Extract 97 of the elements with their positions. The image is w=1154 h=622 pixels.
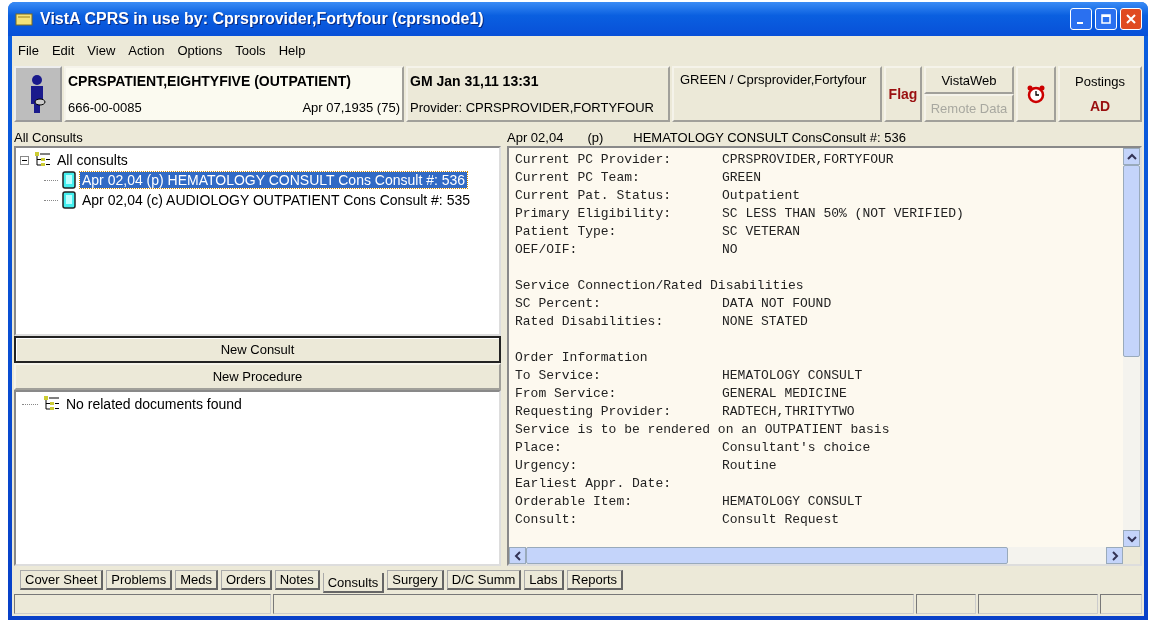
report-value: GENERAL MEDICINE bbox=[722, 385, 847, 403]
report-value: GREEN bbox=[722, 169, 761, 187]
tab[interactable]: Surgery bbox=[387, 570, 444, 590]
report-value: HEMATOLOGY CONSULT bbox=[722, 493, 863, 511]
team-panel[interactable]: GREEN / Cprsprovider,Fortyfour bbox=[672, 66, 882, 122]
report-value: Consultant's choice bbox=[722, 439, 871, 457]
report-value: Routine bbox=[722, 457, 777, 475]
scrollbar-corner bbox=[1123, 547, 1140, 564]
report-heading: Order Information bbox=[515, 349, 649, 367]
window-title: VistA CPRS in use by: Cprsprovider,Fortyfour (cprsnode1) bbox=[40, 10, 485, 28]
report-label: Rated Disabilities: bbox=[515, 313, 665, 331]
report-label: Place: bbox=[515, 439, 563, 457]
report-label: Current PC Team: bbox=[515, 169, 641, 187]
alarm-clock-icon bbox=[1026, 84, 1046, 104]
report-value: NONE STATED bbox=[722, 313, 808, 331]
report-line: Service is to be rendered on an OUTPATIENT basis bbox=[515, 421, 891, 439]
document-icon bbox=[62, 171, 76, 189]
consult-date: Apr 02,04 bbox=[507, 130, 564, 146]
report-label: Urgency: bbox=[515, 457, 579, 475]
report-value: Consult Request bbox=[722, 511, 840, 529]
notepad-icon bbox=[14, 11, 34, 27]
pane-title: All Consults bbox=[14, 130, 84, 146]
chevron-up-icon bbox=[1126, 151, 1137, 162]
consult-title: HEMATOLOGY CONSULT ConsConsult #: 536 bbox=[633, 130, 906, 146]
horizontal-scrollbar[interactable] bbox=[509, 547, 1123, 564]
report-label: Requesting Provider: bbox=[515, 403, 673, 421]
encounter-location: GM Jan 31,11 13:31 bbox=[410, 73, 540, 90]
minimize-button[interactable] bbox=[1070, 8, 1092, 30]
consult-item[interactable]: Apr 02,04 (p) HEMATOLOGY CONSULT Cons Consult #: 536 bbox=[80, 172, 468, 188]
report-label: Current Pat. Status: bbox=[515, 187, 673, 205]
patient-name: CPRSPATIENT,EIGHTYFIVE (OUTPATIENT) bbox=[68, 73, 352, 90]
tree-icon bbox=[42, 395, 60, 413]
report-label: Consult: bbox=[515, 511, 579, 529]
consult-status: (p) bbox=[586, 130, 605, 146]
close-button[interactable] bbox=[1120, 8, 1142, 30]
document-icon bbox=[62, 191, 76, 209]
report-value: Outpatient bbox=[722, 187, 800, 205]
chevron-down-icon bbox=[1126, 533, 1137, 544]
report-value: SC VETERAN bbox=[722, 223, 800, 241]
maximize-button[interactable] bbox=[1095, 8, 1117, 30]
tab[interactable]: Reports bbox=[566, 570, 624, 590]
report-label: From Service: bbox=[515, 385, 618, 403]
report-label: Patient Type: bbox=[515, 223, 618, 241]
close-icon bbox=[1126, 14, 1136, 24]
patient-icon-panel[interactable] bbox=[14, 66, 62, 122]
tab[interactable]: Problems bbox=[106, 570, 173, 590]
report-label: Primary Eligibility: bbox=[515, 205, 673, 223]
tab[interactable]: Labs bbox=[524, 570, 564, 590]
encounter-panel[interactable]: GM Jan 31,11 13:31 Provider: CPRSPROVIDER,FORTYFOUR bbox=[406, 66, 670, 122]
person-icon bbox=[28, 74, 48, 114]
report-value: NO bbox=[722, 241, 738, 259]
patient-ssn: 666-00-0085 bbox=[68, 99, 142, 115]
report-label: Earliest Appr. Date: bbox=[515, 475, 673, 493]
postings-button[interactable]: Postings AD bbox=[1058, 66, 1142, 122]
tree-root[interactable]: All consults bbox=[55, 152, 130, 168]
patient-dob: Apr 07,1935 (75) bbox=[302, 99, 400, 115]
menu-item[interactable]: Edit bbox=[51, 42, 75, 58]
menu-item[interactable]: File bbox=[18, 42, 39, 58]
no-documents-text: No related documents found bbox=[65, 396, 243, 412]
patient-panel[interactable]: CPRSPATIENT,EIGHTYFIVE (OUTPATIENT) 666-00-0085 Apr 07,1935 (75) bbox=[64, 66, 404, 122]
report-label: To Service: bbox=[515, 367, 602, 385]
new-button[interactable]: New Procedure bbox=[14, 363, 501, 390]
chevron-right-icon bbox=[1109, 550, 1120, 561]
report-label: SC Percent: bbox=[515, 295, 602, 313]
menu-item[interactable]: Action bbox=[128, 42, 165, 58]
report-heading: Service Connection/Rated Disabilities bbox=[515, 277, 805, 295]
tab[interactable]: Consults bbox=[322, 573, 385, 593]
encounter-provider: Provider: CPRSPROVIDER,FORTYFOUR bbox=[410, 99, 655, 115]
report-value: HEMATOLOGY CONSULT bbox=[722, 367, 863, 385]
flag-button[interactable]: Flag bbox=[884, 66, 922, 122]
reminders-button[interactable] bbox=[1016, 66, 1056, 122]
consult-item[interactable]: Apr 02,04 (c) AUDIOLOGY OUTPATIENT Cons Consult #: 535 bbox=[80, 192, 472, 208]
report-label: OEF/OIF: bbox=[515, 241, 579, 259]
new-button[interactable]: New Consult bbox=[14, 336, 501, 363]
menu-item[interactable]: View bbox=[87, 42, 116, 58]
minimize-icon bbox=[1076, 22, 1083, 24]
menu-item[interactable]: Tools bbox=[235, 42, 266, 58]
report-label: Current PC Provider: bbox=[515, 151, 673, 169]
team-text: GREEN / Cprsprovider,Fortyfour bbox=[680, 72, 867, 87]
tab[interactable]: Cover Sheet bbox=[20, 570, 104, 590]
report-value: DATA NOT FOUND bbox=[722, 295, 832, 313]
report-value: CPRSPROVIDER,FORTYFOUR bbox=[722, 151, 894, 169]
menu-item[interactable]: Help bbox=[278, 42, 306, 58]
tree-icon bbox=[33, 151, 51, 169]
report-label: Orderable Item: bbox=[515, 493, 634, 511]
tab[interactable]: Orders bbox=[221, 570, 272, 590]
tab[interactable]: Meds bbox=[175, 570, 218, 590]
tab[interactable]: D/C Summ bbox=[446, 570, 522, 590]
maximize-icon bbox=[1101, 14, 1111, 24]
report-value: RADTECH,THRITYTWO bbox=[722, 403, 855, 421]
vistaweb-button[interactable]: VistaWeb bbox=[924, 66, 1014, 94]
tab[interactable]: Notes bbox=[274, 570, 320, 590]
chevron-left-icon bbox=[512, 550, 523, 561]
vertical-scrollbar[interactable] bbox=[1123, 148, 1140, 547]
menu-item[interactable]: Options bbox=[177, 42, 223, 58]
collapse-toggle[interactable] bbox=[20, 155, 29, 165]
report-value: SC LESS THAN 50% (NOT VERIFIED) bbox=[722, 205, 964, 223]
